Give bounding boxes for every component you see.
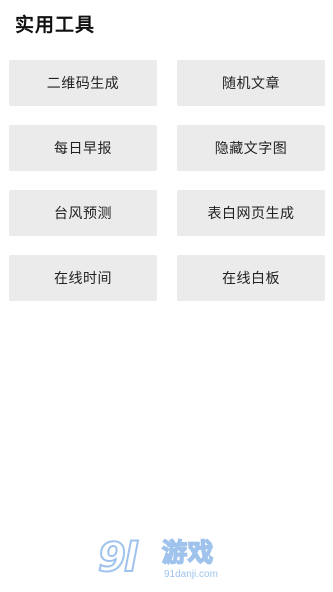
hidden-text-image-button[interactable]: 隐藏文字图 <box>177 125 325 171</box>
page-title: 实用工具 <box>15 14 96 36</box>
watermark-game-text: 游戏 <box>161 537 215 568</box>
online-whiteboard-button[interactable]: 在线白板 <box>177 255 325 301</box>
online-time-button[interactable]: 在线时间 <box>9 255 157 301</box>
site-watermark: 9l 游戏 91danji.com <box>97 534 238 592</box>
daily-news-button[interactable]: 每日早报 <box>9 125 157 171</box>
random-article-button[interactable]: 随机文章 <box>177 60 325 106</box>
typhoon-forecast-button[interactable]: 台风预测 <box>9 190 157 236</box>
qr-code-generator-button[interactable]: 二维码生成 <box>9 60 157 106</box>
tool-grid: 二维码生成 随机文章 每日早报 隐藏文字图 台风预测 表白网页生成 在线时间 在… <box>9 60 325 301</box>
love-page-generator-button[interactable]: 表白网页生成 <box>177 190 325 236</box>
watermark-domain: 91danji.com <box>164 569 218 580</box>
watermark-logo: 9l <box>97 535 138 581</box>
